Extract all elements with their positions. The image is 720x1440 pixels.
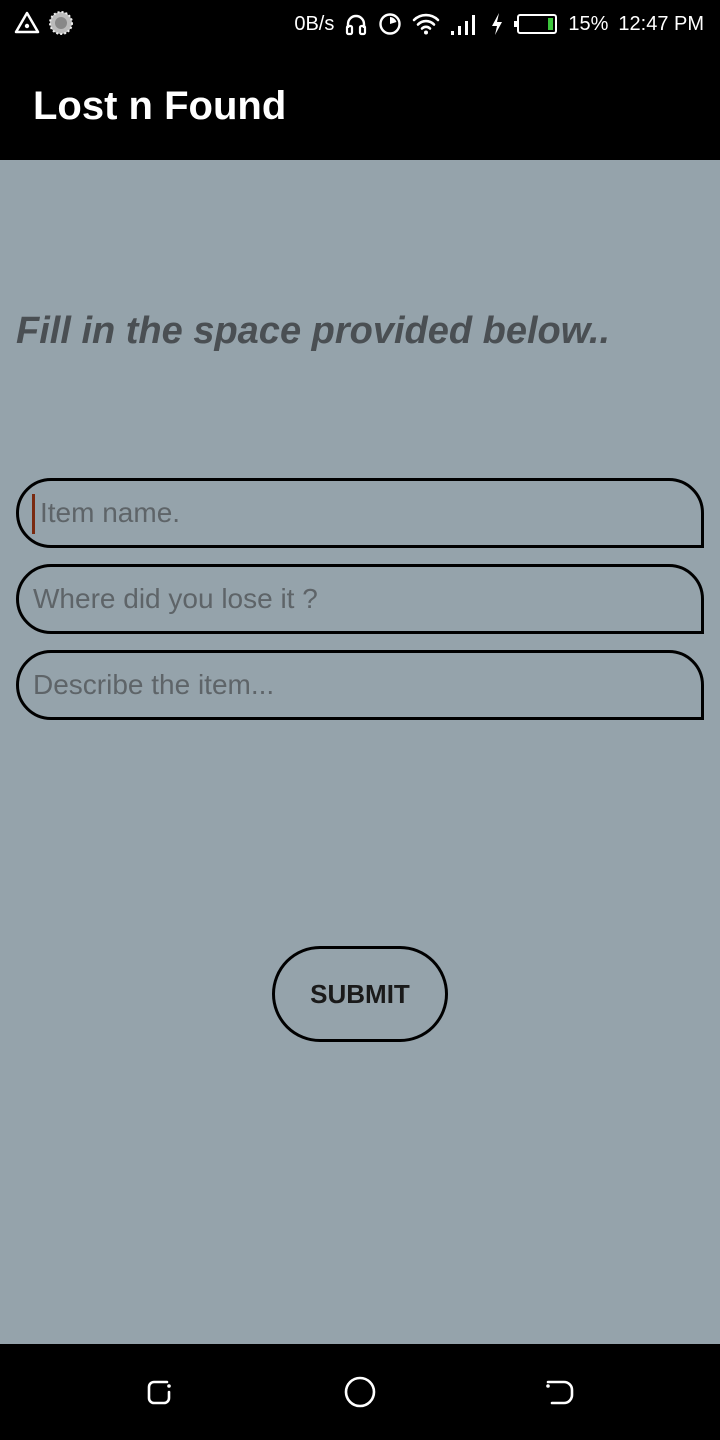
status-bar: 0B/s 15% 12:47 PM bbox=[0, 0, 720, 48]
submit-button[interactable]: SUBMIT bbox=[272, 946, 448, 1042]
signal-icon bbox=[450, 12, 480, 36]
home-icon[interactable] bbox=[340, 1372, 380, 1412]
wifi-icon bbox=[412, 12, 440, 36]
gear-notification-icon bbox=[48, 10, 74, 41]
description-field bbox=[16, 650, 704, 720]
clock: 12:47 PM bbox=[618, 12, 704, 35]
data-saver-icon bbox=[378, 12, 402, 36]
net-speed: 0B/s bbox=[294, 12, 335, 35]
form-instruction: Fill in the space provided below.. bbox=[16, 310, 611, 352]
app-title: Lost n Found bbox=[33, 84, 287, 128]
battery-percent: 15% bbox=[568, 12, 609, 35]
screen: 0B/s 15% 12:47 PM Lost n Found Fill in t… bbox=[0, 0, 720, 1440]
battery-icon bbox=[514, 13, 558, 35]
location-field bbox=[16, 564, 704, 634]
charging-icon bbox=[490, 12, 504, 36]
form-screen: Fill in the space provided below.. SUBMI… bbox=[0, 160, 720, 1344]
back-icon[interactable] bbox=[540, 1372, 580, 1412]
status-left bbox=[14, 10, 74, 41]
headphones-icon bbox=[344, 12, 368, 36]
text-cursor bbox=[32, 494, 35, 534]
item-name-input[interactable] bbox=[19, 481, 701, 545]
app-bar: Lost n Found bbox=[0, 48, 720, 160]
description-input[interactable] bbox=[19, 653, 701, 717]
location-input[interactable] bbox=[19, 567, 701, 631]
alert-triangle-icon bbox=[14, 10, 40, 41]
recent-apps-icon[interactable] bbox=[140, 1372, 180, 1412]
item-name-field bbox=[16, 478, 704, 548]
nav-bar bbox=[0, 1344, 720, 1440]
status-right: 0B/s 15% 12:47 PM bbox=[294, 0, 704, 48]
